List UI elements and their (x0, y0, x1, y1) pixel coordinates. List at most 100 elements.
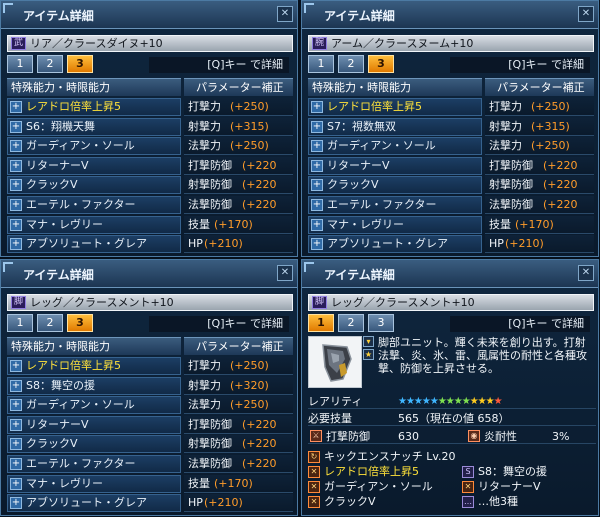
affix-item[interactable]: + レアドロ倍率上昇5 (308, 98, 482, 116)
detail-hint[interactable]: [Q]キー で詳細 (450, 57, 590, 73)
affix-label: レアドロ倍率上昇5 (327, 100, 422, 113)
plus-icon: + (311, 140, 323, 153)
affix-label: マナ・レヴリー (26, 476, 103, 490)
affix-item[interactable]: + マナ・レヴリー (308, 215, 482, 234)
resist-label: 炎耐性 (484, 430, 517, 443)
tab-3[interactable]: 3 (67, 55, 93, 73)
stat-value: (+220 (242, 437, 277, 451)
corner-decoration (3, 262, 13, 272)
stat-label: 射撃力 (188, 378, 221, 392)
affix-item[interactable]: + エーテル・ファクター (7, 195, 181, 214)
panel-title: アイテム詳細 (23, 9, 94, 23)
stat-label: 技量 (188, 217, 210, 231)
ability-label: …他3種 (478, 495, 518, 508)
leg-unit-icon: 脚 (11, 296, 26, 309)
tab-1[interactable]: 1 (308, 55, 334, 73)
close-icon[interactable]: ✕ (277, 265, 293, 281)
plus-icon: + (10, 360, 22, 372)
affix-item[interactable]: + S7：視数無双 (308, 117, 482, 136)
stat-row: 打撃防御 (+220 (184, 415, 293, 434)
ability-item[interactable]: ✕ ガーディアン・ソール (308, 480, 433, 494)
ability-label: クラックV (324, 495, 376, 508)
affix-item[interactable]: + レアドロ倍率上昇5 (7, 98, 181, 116)
affix-item[interactable]: + マナ・レヴリー (7, 215, 181, 234)
corner-decoration (304, 3, 314, 13)
stat-value: (+250) (230, 100, 269, 113)
stat-value: (+220 (242, 178, 277, 192)
stat-label: HP (489, 237, 504, 251)
affix-item[interactable]: + レアドロ倍率上昇5 (7, 357, 181, 375)
stat-row: 法撃力 (+250) (184, 137, 293, 156)
plus-icon: + (311, 179, 323, 192)
stat-value: (+170) (214, 476, 253, 490)
plus-icon: + (10, 179, 22, 192)
affix-item[interactable]: + クラックV (7, 176, 181, 195)
unit-ability: ↻ キックエンスナッチ Lv.20 (308, 450, 456, 464)
affix-label: アブソリュート・グレア (327, 237, 448, 251)
affix-item[interactable]: + ガーディアン・ソール (7, 396, 181, 415)
ability-item[interactable]: S S8：舞空の援 (462, 465, 547, 479)
close-icon[interactable]: ✕ (277, 6, 293, 22)
ability-item[interactable]: ✕ クラックV (308, 495, 376, 509)
plus-icon: + (10, 101, 22, 113)
stat-label: 打撃力 (188, 359, 221, 372)
stat-value: (+220 (543, 197, 578, 211)
tab-1[interactable]: 1 (7, 314, 33, 332)
close-icon[interactable]: ✕ (578, 6, 594, 22)
affix-item[interactable]: + アブソリュート・グレア (308, 235, 482, 254)
required-value: 565（現在の値 658） (398, 412, 510, 425)
ability-more[interactable]: … …他3種 (462, 495, 518, 509)
tab-1[interactable]: 1 (308, 314, 334, 332)
affix-item[interactable]: + アブソリュート・グレア (7, 235, 181, 254)
ability-item[interactable]: ✕ レアドロ倍率上昇5 (308, 465, 419, 479)
stat-value: (+250) (230, 398, 269, 412)
tab-2[interactable]: 2 (37, 55, 63, 73)
tab-3[interactable]: 3 (67, 314, 93, 332)
affix-item[interactable]: + リターナーV (7, 415, 181, 434)
detail-hint[interactable]: [Q]キー で詳細 (149, 316, 289, 332)
stat-row: 射撃力 (+315) (485, 117, 594, 136)
plus-icon: + (10, 238, 22, 251)
plus-icon: + (10, 379, 22, 392)
affix-label: クラックV (26, 437, 78, 451)
affix-item[interactable]: + クラックV (7, 435, 181, 454)
item-name: レッグ／クラースメント+10 (331, 296, 475, 309)
affix-item[interactable]: + ガーディアン・ソール (7, 137, 181, 156)
affix-item[interactable]: + マナ・レヴリー (7, 474, 181, 493)
rarity-label: レアリティ (308, 395, 363, 408)
stat-label: 射撃力 (188, 119, 221, 133)
affix-item[interactable]: + アブソリュート・グレア (7, 494, 181, 513)
rarity-stars: ★★★★★★★★★★★★★ (398, 396, 503, 407)
tab-2[interactable]: 2 (338, 55, 364, 73)
plus-icon: + (311, 218, 323, 231)
ability-item[interactable]: ✕ リターナーV (462, 480, 541, 494)
affix-item[interactable]: + エーテル・ファクター (308, 195, 482, 214)
detail-hint[interactable]: [Q]キー で詳細 (149, 57, 289, 73)
detail-hint[interactable]: [Q]キー で詳細 (450, 316, 590, 332)
plus-icon: + (311, 238, 323, 251)
stat-row: 射撃力 (+315) (184, 117, 293, 136)
affix-item[interactable]: + エーテル・ファクター (7, 454, 181, 473)
stat-row: 法撃防御 (+220 (184, 454, 293, 473)
plus-icon: + (10, 198, 22, 211)
affix-item[interactable]: + リターナーV (308, 156, 482, 175)
tab-3[interactable]: 3 (368, 314, 394, 332)
stat-value: (+170) (214, 217, 253, 231)
tab-2[interactable]: 2 (338, 314, 364, 332)
stat-value: (+210) (204, 237, 243, 251)
affix-label: マナ・レヴリー (327, 217, 404, 231)
close-icon[interactable]: ✕ (578, 265, 594, 281)
affix-item[interactable]: + S8：舞空の援 (7, 376, 181, 395)
tab-2[interactable]: 2 (37, 314, 63, 332)
lock-icon: ▾ (363, 336, 374, 347)
affix-item[interactable]: + ガーディアン・ソール (308, 137, 482, 156)
panel-title: アイテム詳細 (324, 9, 395, 23)
tab-3[interactable]: 3 (368, 55, 394, 73)
tab-1[interactable]: 1 (7, 55, 33, 73)
plus-icon: + (311, 159, 323, 172)
affix-item[interactable]: + S6：翔機天舞 (7, 117, 181, 136)
item-name-bar: 脚 レッグ／クラースメント+10 (308, 294, 594, 311)
affix-item[interactable]: + クラックV (308, 176, 482, 195)
defense-value: 630 (398, 430, 419, 443)
affix-item[interactable]: + リターナーV (7, 156, 181, 175)
